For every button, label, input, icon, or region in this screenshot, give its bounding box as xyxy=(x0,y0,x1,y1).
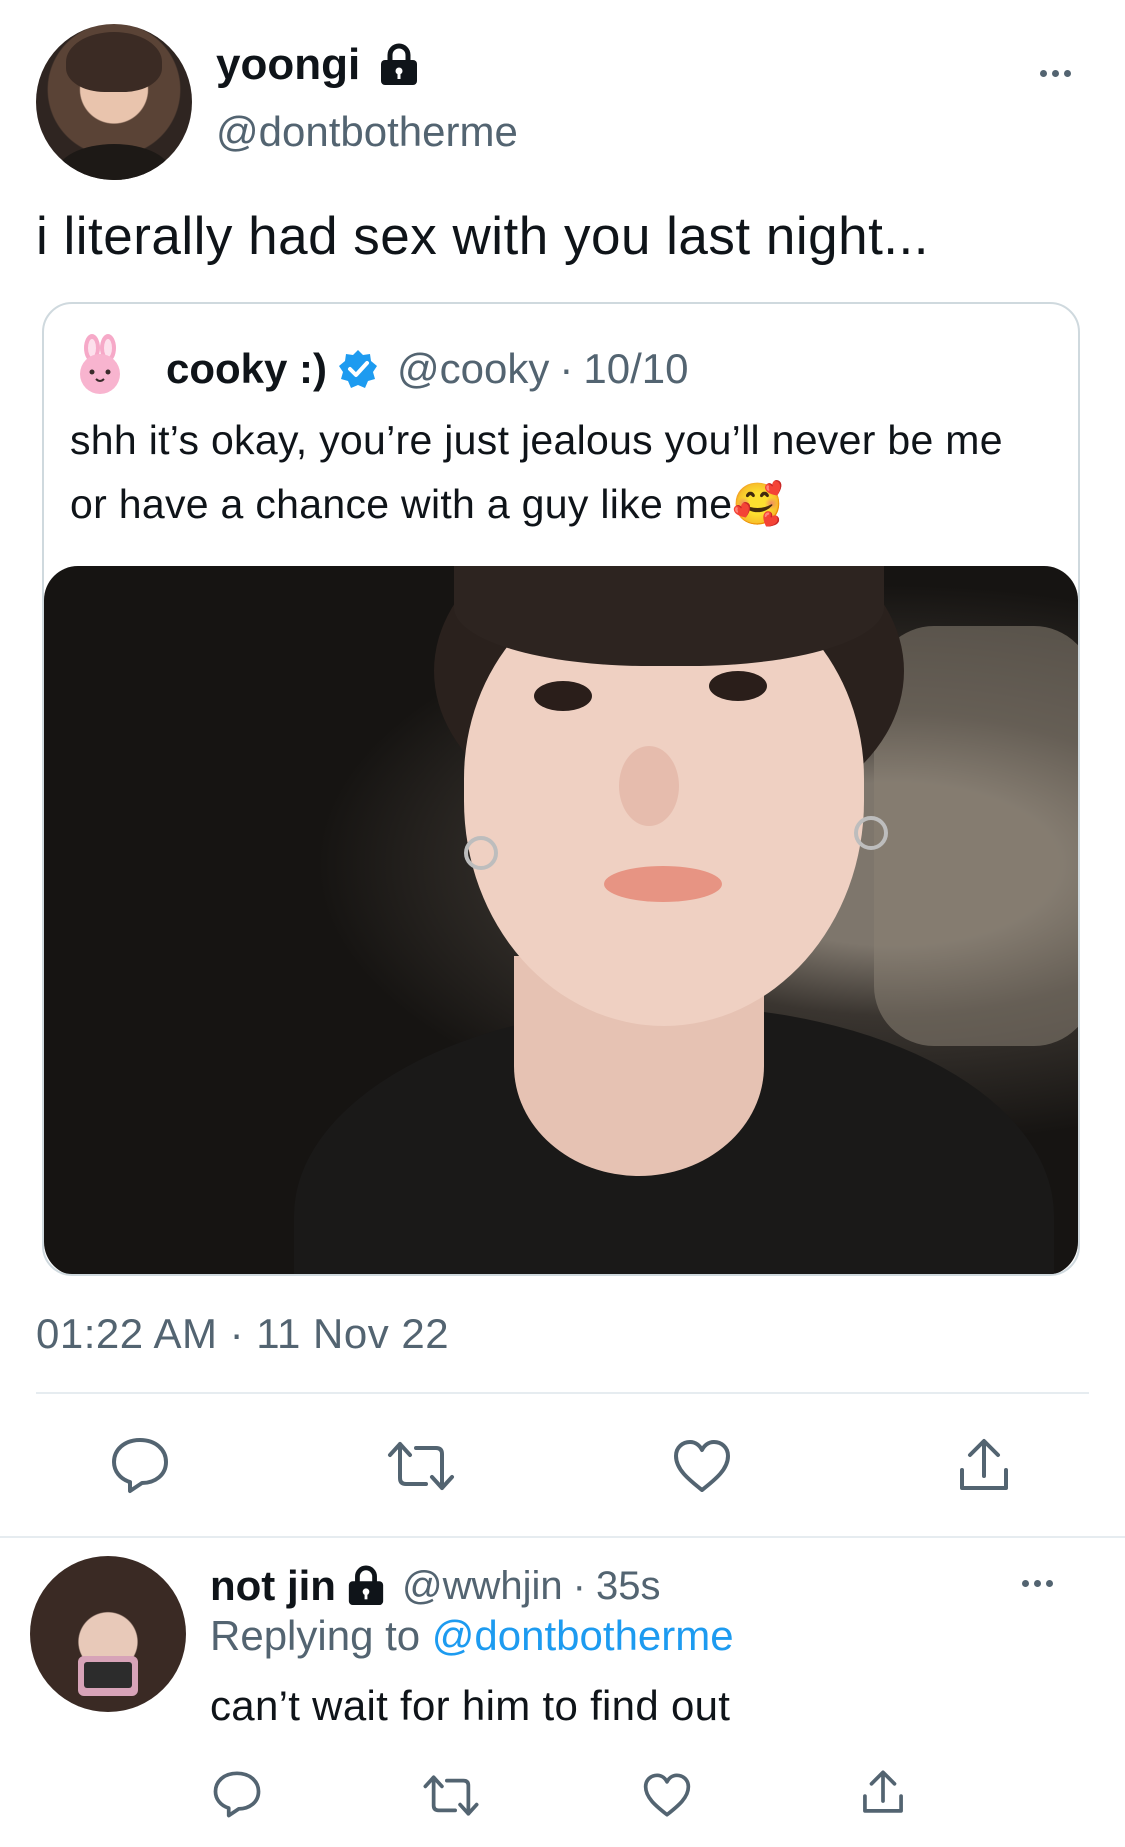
reply-more-options-icon[interactable] xyxy=(1022,1580,1053,1587)
quoted-handle[interactable]: @cooky xyxy=(397,344,549,394)
reply-icon[interactable] xyxy=(212,1770,262,1818)
reply-time: 35s xyxy=(595,1564,661,1608)
like-icon[interactable] xyxy=(642,1772,692,1818)
share-icon[interactable] xyxy=(860,1768,906,1816)
reply-text: can’t wait for him to find out xyxy=(210,1682,731,1729)
author-display-name[interactable]: yoongi xyxy=(216,38,360,92)
reply-avatar[interactable] xyxy=(30,1556,186,1712)
tweet-timestamp[interactable]: 01:22 AM · 11 Nov 22 xyxy=(36,1308,449,1360)
replying-to-handle[interactable]: @dontbotherme xyxy=(432,1612,734,1659)
divider xyxy=(36,1392,1089,1394)
like-icon[interactable] xyxy=(672,1438,732,1494)
more-options-icon[interactable] xyxy=(1040,70,1071,77)
reply-icon[interactable] xyxy=(110,1436,170,1494)
quoted-tweet-text: shh it’s okay, you’re just jealous you’l… xyxy=(70,417,1003,527)
quoted-tweet-card[interactable]: cooky :) @cooky · 10/10 shh it’s okay, y… xyxy=(42,302,1080,1276)
retweet-icon[interactable] xyxy=(386,1440,456,1492)
reply-handle[interactable]: @wwhjin xyxy=(402,1560,563,1612)
quoted-date: 10/10 xyxy=(583,345,689,392)
lock-icon xyxy=(381,43,418,85)
bunny-icon xyxy=(72,334,128,394)
author-handle[interactable]: @dontbotherme xyxy=(216,106,518,158)
replying-to-label: Replying to xyxy=(210,1612,421,1659)
tweet-text: i literally had sex with you last night.… xyxy=(36,207,929,266)
lock-icon xyxy=(348,1565,384,1606)
quoted-display-name[interactable]: cooky :) xyxy=(166,344,327,394)
author-avatar[interactable] xyxy=(36,24,192,180)
retweet-icon[interactable] xyxy=(422,1774,480,1817)
quoted-separator: · xyxy=(559,345,574,392)
reply-separator: · xyxy=(572,1564,586,1608)
verified-badge-icon xyxy=(339,350,378,388)
share-icon[interactable] xyxy=(956,1436,1012,1494)
section-divider xyxy=(0,1536,1125,1538)
reply-display-name[interactable]: not jin xyxy=(210,1560,336,1612)
photo-media[interactable] xyxy=(44,566,1078,1274)
